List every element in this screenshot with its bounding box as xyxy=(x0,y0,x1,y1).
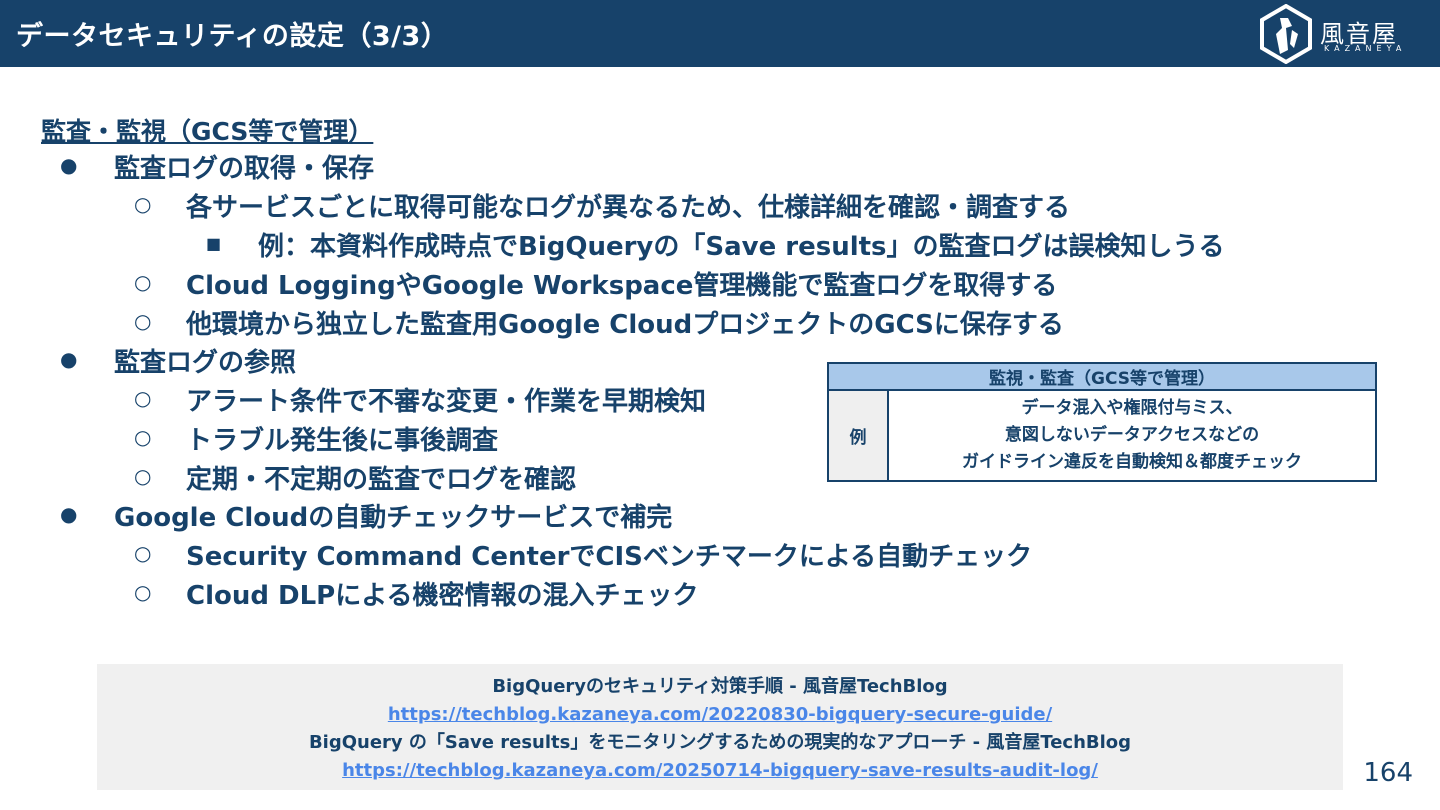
bullet-circle: ○ xyxy=(134,386,152,410)
bullet-circle: ○ xyxy=(134,192,152,216)
page-number: 164 xyxy=(1363,758,1413,788)
bullet-circle: ○ xyxy=(134,270,152,294)
list-item-l2: 他環境から独立した監査用Google CloudプロジェクトのGCSに保存する xyxy=(186,310,1064,340)
table-row-label: 例 xyxy=(827,389,889,482)
list-item-l1: 監査ログの参照 xyxy=(114,348,297,378)
list-item-l2: 各サービスごとに取得可能なログが異なるため、仕様詳細を確認・調査する xyxy=(186,193,1071,223)
page-title: データセキュリティの設定（3/3） xyxy=(16,21,449,52)
bullet-dot: ● xyxy=(60,502,78,526)
bullet-dot: ● xyxy=(60,153,78,177)
bullet-circle: ○ xyxy=(134,464,152,488)
bullet-circle: ○ xyxy=(134,541,152,565)
table-row-content: データ混入や権限付与ミス、 意図しないデータアクセスなどの ガイドライン違反を自… xyxy=(887,389,1377,482)
table-line: 意図しないデータアクセスなどの xyxy=(1004,425,1260,445)
header-bar: データセキュリティの設定（3/3） 風音屋 KAZANEYA xyxy=(0,0,1440,67)
reference-link[interactable]: https://techblog.kazaneya.com/20220830-b… xyxy=(97,702,1343,730)
list-item-l1: Google Cloudの自動チェックサービスで補完 xyxy=(114,503,673,533)
reference-box: BigQueryのセキュリティ対策手順 - 風音屋TechBlog https:… xyxy=(97,664,1343,790)
bullet-circle: ○ xyxy=(134,309,152,333)
reference-link[interactable]: https://techblog.kazaneya.com/20250714-b… xyxy=(97,758,1343,786)
list-item-l3: 例：本資料作成時点でBigQueryの「Save results」の監査ログは誤… xyxy=(258,232,1225,262)
list-item-l2: アラート条件で不審な変更・作業を早期検知 xyxy=(186,387,707,417)
list-item-l2: Security Command CenterでCISベンチマークによる自動チェ… xyxy=(186,542,1033,572)
bullet-circle: ○ xyxy=(134,425,152,449)
bullet-dot: ● xyxy=(60,347,78,371)
reference-title: BigQuery の「Save results」をモニタリングするための現実的な… xyxy=(308,732,1132,753)
list-item-l2: Cloud DLPによる機密情報の混入チェック xyxy=(186,581,699,611)
list-item-l2: Cloud LoggingやGoogle Workspace管理機能で監査ログを… xyxy=(186,271,1058,301)
kazaneya-logo-icon xyxy=(1260,3,1312,65)
table-line: データ混入や権限付与ミス、 xyxy=(1021,398,1243,418)
section-heading: 監査・監視（GCS等で管理） xyxy=(41,117,374,146)
bullet-square: ■ xyxy=(206,234,222,253)
table-header: 監視・監査（GCS等で管理） xyxy=(827,362,1377,391)
reference-title: BigQueryのセキュリティ対策手順 - 風音屋TechBlog xyxy=(492,676,948,697)
table-line: ガイドライン違反を自動検知＆都度チェック xyxy=(962,452,1302,472)
list-item-l2: 定期・不定期の監査でログを確認 xyxy=(186,465,577,495)
list-item-l2: トラブル発生後に事後調査 xyxy=(186,426,499,456)
monitoring-table: 監視・監査（GCS等で管理） 例 データ混入や権限付与ミス、 意図しないデータア… xyxy=(827,362,1377,482)
bullet-circle: ○ xyxy=(134,580,152,604)
logo-subtext: KAZANEYA xyxy=(1324,44,1407,53)
list-item-l1: 監査ログの取得・保存 xyxy=(114,154,375,184)
kazaneya-logo: 風音屋 KAZANEYA xyxy=(1258,3,1408,65)
